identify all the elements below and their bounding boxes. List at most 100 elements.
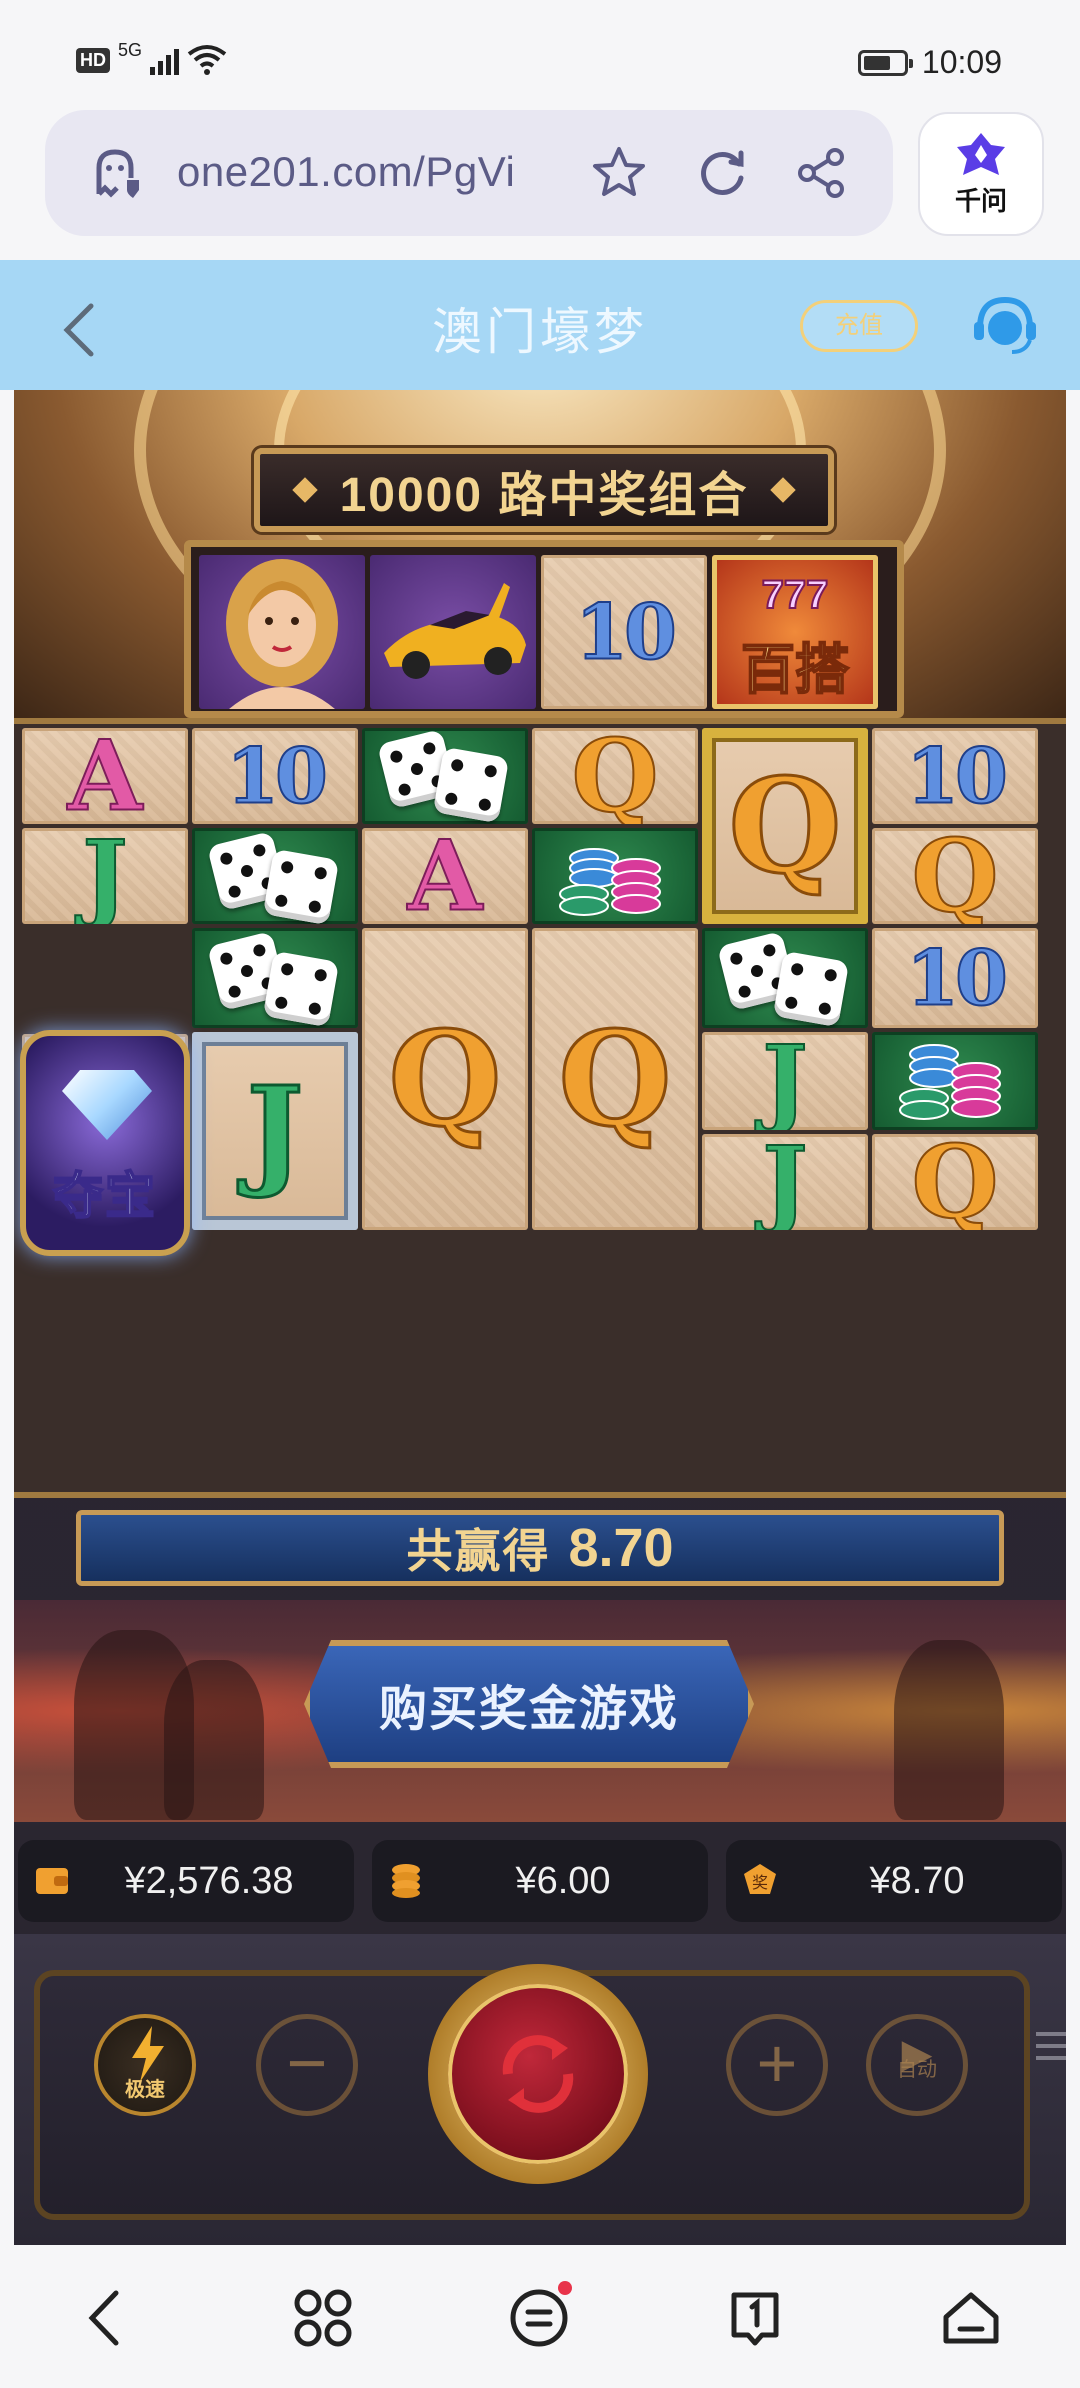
symbol-dice <box>362 728 528 824</box>
symbol-10: 10 <box>872 928 1038 1028</box>
bet-pill: ¥6.00 <box>372 1840 708 1922</box>
poker-chips-icon <box>899 1044 1001 1120</box>
svg-text:奖: 奖 <box>752 1873 768 1892</box>
bookmark-star-icon[interactable] <box>590 144 648 202</box>
balance-pill: ¥2,576.38 <box>18 1840 354 1922</box>
qianwen-logo-icon <box>957 132 1005 175</box>
wifi-icon <box>187 45 227 75</box>
page-title: 澳门壕梦 <box>432 304 648 360</box>
menu-icon[interactable] <box>506 2285 572 2351</box>
status-indicators: HD 5G <box>76 40 227 76</box>
wild-777-text: 777 <box>761 572 830 618</box>
win-value: ¥8.70 <box>869 1860 965 1902</box>
signal-icon <box>150 45 180 75</box>
woman-portrait-icon <box>226 559 338 709</box>
hd-badge: HD <box>76 47 110 73</box>
coin-stack-icon <box>392 1864 420 1898</box>
spin-button-face <box>448 1984 628 2164</box>
symbol-10: 10 <box>872 728 1038 824</box>
buy-bonus-banner: 购买奖金游戏 <box>14 1600 1066 1822</box>
gambler-figure <box>164 1660 264 1820</box>
win-badge-icon: 奖 <box>744 1864 776 1894</box>
symbol-J-silver: J <box>192 1032 358 1230</box>
poker-chips-icon <box>559 848 661 916</box>
symbol-10: 10 <box>541 555 707 709</box>
symbol-J: J <box>702 1134 868 1230</box>
buy-bonus-button[interactable]: 购买奖金游戏 <box>304 1640 754 1768</box>
spin-button[interactable] <box>428 1964 648 2194</box>
customer-service-icon[interactable] <box>970 294 1040 358</box>
symbol-J: J <box>702 1032 868 1130</box>
wild-label: 百搭 <box>740 639 850 701</box>
status-bar: HD 5G 10:09 <box>0 0 1080 110</box>
ways-banner-text: 10000 路中奖组合 <box>339 469 749 522</box>
url-text[interactable]: one201.com/PgVi <box>177 148 515 196</box>
top-reel: 10 777 百搭 <box>184 540 904 718</box>
home-icon[interactable] <box>938 2285 1004 2351</box>
ways-banner: 10000 路中奖组合 <box>254 448 834 532</box>
battery-icon <box>857 49 913 76</box>
symbol-girl <box>199 555 365 709</box>
qianwen-assistant-button[interactable]: 千问 <box>918 112 1044 236</box>
symbol-Q-tall: Q <box>362 928 528 1230</box>
scatter-label: 夺宝 <box>52 1167 157 1225</box>
slot-game-canvas[interactable]: 10000 路中奖组合 10 777 百搭 A J 10 J A Q Q Q Q… <box>14 390 1066 2245</box>
symbol-chips <box>872 1032 1038 1130</box>
clock: 10:09 <box>921 44 1002 80</box>
decrease-bet-button[interactable]: − <box>256 2014 358 2116</box>
address-bar[interactable]: one201.com/PgVi <box>45 110 893 236</box>
info-bar: ¥2,576.38 ¥6.00 奖 ¥8.70 <box>14 1824 1066 1934</box>
symbol-A: A <box>22 728 188 824</box>
qianwen-label: 千问 <box>954 185 1007 216</box>
autoplay-label: 自动 <box>897 2059 937 2081</box>
symbol-chips <box>532 828 698 924</box>
bet-value: ¥6.00 <box>515 1860 611 1902</box>
network-type: 5G <box>118 39 143 60</box>
symbol-Q-tall: Q <box>532 928 698 1230</box>
symbol-Q: Q <box>872 828 1038 924</box>
balance-value: ¥2,576.38 <box>124 1860 294 1902</box>
browser-toolbar: one201.com/PgVi 千问 <box>0 110 1080 260</box>
wallet-icon <box>36 1868 68 1894</box>
autoplay-button[interactable]: ▶ 自动 <box>866 2014 968 2116</box>
turbo-button[interactable]: 极速 <box>94 2014 196 2116</box>
win-pill: 奖 ¥8.70 <box>726 1840 1062 1922</box>
control-panel: 极速 − + ▶ 自动 <box>14 1934 1066 2245</box>
symbol-dice <box>702 928 868 1028</box>
turbo-label: 极速 <box>125 2079 165 2101</box>
win-label: 共赢得 <box>406 1525 551 1577</box>
app-header: 澳门壕梦 充值 <box>0 260 1080 390</box>
symbol-Q: Q <box>532 728 698 824</box>
increase-bet-button[interactable]: + <box>726 2014 828 2116</box>
symbol-sports-car <box>370 555 536 709</box>
tabs-icon[interactable] <box>722 2285 788 2351</box>
total-win-bar: 共赢得 8.70 <box>76 1510 1004 1586</box>
win-amount: 8.70 <box>568 1518 674 1578</box>
symbol-A: A <box>362 828 528 924</box>
symbol-dice <box>192 828 358 924</box>
sports-car-icon <box>384 583 526 679</box>
notification-dot <box>558 2281 572 2295</box>
symbol-dice <box>192 928 358 1028</box>
symbol-wild-777: 777 百搭 <box>712 555 878 709</box>
nav-back-icon[interactable] <box>74 2285 140 2351</box>
buy-bonus-label: 购买奖金游戏 <box>378 1683 679 1736</box>
status-right: 10:09 <box>857 44 1002 81</box>
diamond-ornament-icon <box>770 477 797 503</box>
share-icon[interactable] <box>793 144 851 202</box>
reload-icon[interactable] <box>693 144 751 202</box>
privacy-ghost-icon[interactable] <box>87 144 147 204</box>
symbol-Q-gold: Q <box>702 728 868 924</box>
woman-figure <box>894 1640 1004 1820</box>
symbol-Q: Q <box>872 1134 1038 1230</box>
apps-grid-icon[interactable] <box>290 2285 356 2351</box>
symbol-J: J <box>22 828 188 924</box>
recharge-button[interactable]: 充值 <box>800 300 918 352</box>
symbol-10: 10 <box>192 728 358 824</box>
browser-bottom-nav <box>0 2245 1080 2388</box>
symbol-scatter: 夺宝 <box>20 1030 190 1256</box>
diamond-gem-icon <box>62 1070 152 1140</box>
diamond-ornament-icon <box>291 477 318 503</box>
game-menu-icon[interactable] <box>1036 2032 1066 2068</box>
spin-arrows-icon <box>502 2035 574 2113</box>
